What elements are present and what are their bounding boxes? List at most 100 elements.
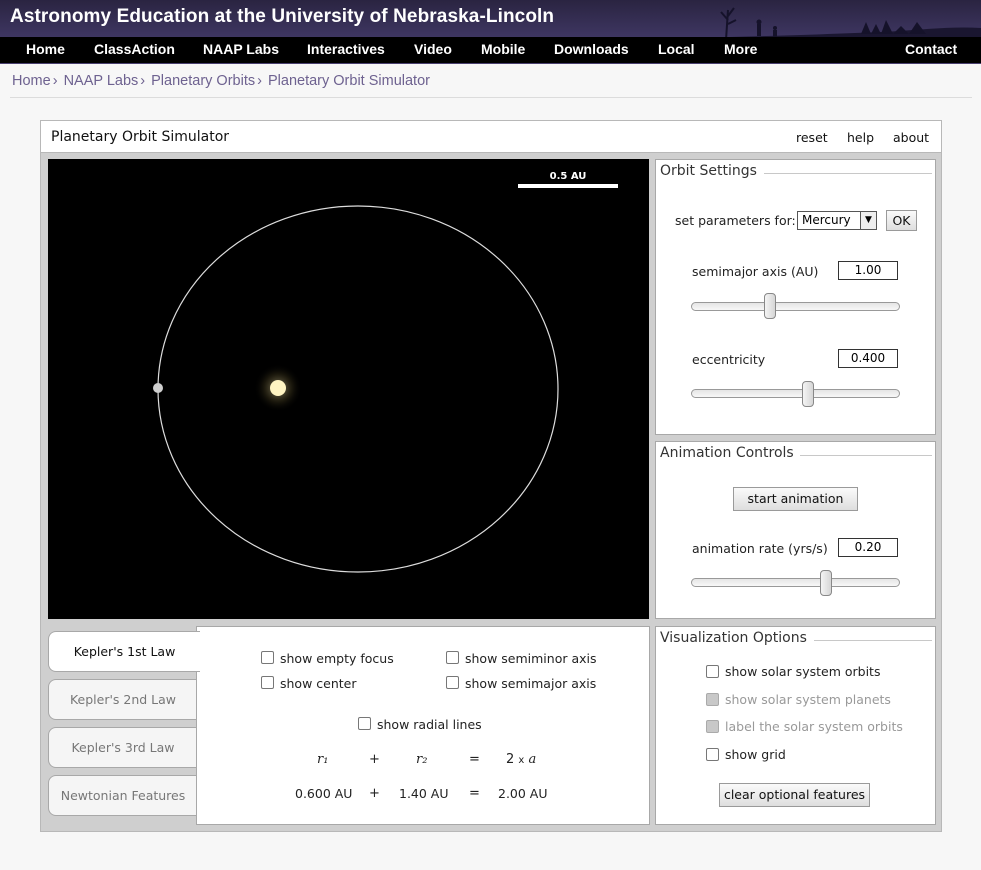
show-solar-system-orbits-checkbox[interactable] — [706, 665, 719, 678]
scale-bar — [518, 184, 618, 188]
animation-rate-input[interactable]: 0.20 — [838, 538, 898, 557]
panel-rule — [800, 455, 932, 456]
ok-button[interactable]: OK — [886, 210, 917, 231]
nav-home[interactable]: Home — [26, 41, 65, 57]
site-header: Astronomy Education at the University of… — [0, 0, 981, 64]
breadcrumb-separator: › — [52, 73, 58, 89]
orbit-settings-legend: Orbit Settings — [660, 163, 757, 179]
nav-more[interactable]: More — [724, 41, 757, 57]
equation-times: x — [518, 755, 525, 766]
nav-local[interactable]: Local — [658, 41, 695, 57]
equation-r2: r₂ — [416, 752, 427, 767]
simulator-titlebar: Planetary Orbit Simulator reset help abo… — [41, 121, 941, 153]
tab-keplers-1st-law[interactable]: Kepler's 1st Law — [48, 631, 200, 672]
chevron-down-icon: ▼ — [860, 212, 876, 229]
nav-contact[interactable]: Contact — [905, 41, 957, 57]
eccentricity-slider[interactable] — [691, 389, 900, 398]
semimajor-input[interactable]: 1.00 — [838, 261, 898, 280]
show-center-label: show center — [280, 676, 357, 691]
planet-select-value: Mercury — [802, 213, 851, 227]
tab-keplers-2nd-law[interactable]: Kepler's 2nd Law — [48, 679, 198, 720]
show-empty-focus-label: show empty focus — [280, 651, 394, 666]
label-solar-system-orbits-label: label the solar system orbits — [725, 719, 903, 734]
reset-link[interactable]: reset — [796, 130, 828, 145]
start-animation-button[interactable]: start animation — [733, 487, 858, 511]
divider — [10, 97, 972, 98]
show-grid-checkbox[interactable] — [706, 748, 719, 761]
show-empty-focus-checkbox[interactable] — [261, 651, 274, 664]
nav-interactives[interactable]: Interactives — [307, 41, 385, 57]
simulator-title: Planetary Orbit Simulator — [51, 129, 230, 145]
tab-keplers-3rd-law[interactable]: Kepler's 3rd Law — [48, 727, 198, 768]
equation-equals: = — [469, 752, 480, 767]
breadcrumb-naap-labs[interactable]: NAAP Labs — [64, 73, 139, 89]
panel-rule — [764, 173, 932, 174]
show-radial-lines-label: show radial lines — [377, 717, 482, 732]
r2-value: 1.40 AU — [399, 786, 449, 801]
planet-select[interactable]: Mercury ▼ — [797, 211, 877, 230]
animation-controls-legend: Animation Controls — [660, 445, 794, 461]
visualization-options-panel: Visualization Options show solar system … — [655, 626, 936, 825]
tab-newtonian-features[interactable]: Newtonian Features — [48, 775, 198, 816]
keplers-1st-law-panel: show empty focus show center show semimi… — [196, 626, 650, 825]
panel-rule — [814, 640, 932, 641]
semimajor-slider-thumb[interactable] — [764, 293, 776, 319]
scenery-silhouette-icon — [681, 7, 981, 40]
clear-optional-features-button[interactable]: clear optional features — [719, 783, 870, 807]
equation-r1: r₁ — [317, 752, 328, 767]
scale-label: 0.5 AU — [550, 171, 587, 182]
simulator-frame: Planetary Orbit Simulator reset help abo… — [40, 120, 942, 832]
visualization-options-legend: Visualization Options — [660, 630, 807, 646]
breadcrumb-home[interactable]: Home — [12, 73, 51, 89]
animation-rate-slider-thumb[interactable] — [820, 570, 832, 596]
nav-video[interactable]: Video — [414, 41, 452, 57]
r1-value: 0.600 AU — [295, 786, 353, 801]
show-semiminor-axis-checkbox[interactable] — [446, 651, 459, 664]
show-center-checkbox[interactable] — [261, 676, 274, 689]
show-semiminor-axis-label: show semiminor axis — [465, 651, 597, 666]
about-link[interactable]: about — [893, 130, 929, 145]
equation-r2-symbol: r₂ — [416, 752, 428, 767]
nav-classaction[interactable]: ClassAction — [94, 41, 175, 57]
show-solar-system-planets-checkbox — [706, 693, 719, 706]
show-solar-system-planets-label: show solar system planets — [725, 692, 891, 707]
sun-icon — [270, 380, 286, 396]
orbit-settings-panel: Orbit Settings set parameters for: Mercu… — [655, 159, 936, 435]
nav-mobile[interactable]: Mobile — [481, 41, 525, 57]
breadcrumb: Home › NAAP Labs › Planetary Orbits › Plane… — [12, 73, 430, 89]
help-link[interactable]: help — [847, 130, 874, 145]
animation-controls-panel: Animation Controls start animation anima… — [655, 441, 936, 619]
planet-marker[interactable] — [153, 383, 163, 393]
equation-r1-symbol: r₁ — [317, 752, 329, 767]
show-solar-system-orbits-label: show solar system orbits — [725, 664, 881, 679]
show-grid-label: show grid — [725, 747, 786, 762]
breadcrumb-planetary-orbits[interactable]: Planetary Orbits — [151, 73, 255, 89]
values-plus: + — [369, 786, 380, 801]
orbit-view: 0.5 AU — [153, 171, 618, 573]
nav-downloads[interactable]: Downloads — [554, 41, 629, 57]
breadcrumb-current: Planetary Orbit Simulator — [267, 73, 430, 89]
equation-a-symbol: a — [528, 752, 537, 767]
nav-naap-labs[interactable]: NAAP Labs — [203, 41, 279, 57]
sum-value: 2.00 AU — [498, 786, 548, 801]
animation-rate-slider[interactable] — [691, 578, 900, 587]
main-nav: Home ClassAction NAAP Labs Interactives … — [0, 37, 981, 63]
eccentricity-slider-thumb[interactable] — [802, 381, 814, 407]
breadcrumb-separator: › — [257, 73, 262, 89]
set-parameters-label: set parameters for: — [675, 213, 796, 228]
eccentricity-input[interactable]: 0.400 — [838, 349, 898, 368]
show-semimajor-axis-checkbox[interactable] — [446, 676, 459, 689]
show-radial-lines-checkbox[interactable] — [358, 717, 371, 730]
equation-2xa: 2 x a — [506, 752, 536, 767]
eccentricity-label: eccentricity — [692, 352, 766, 367]
orbit-canvas[interactable]: 0.5 AU — [48, 159, 649, 619]
semimajor-slider[interactable] — [691, 302, 900, 311]
orbit-ellipse — [157, 205, 559, 573]
site-title[interactable]: Astronomy Education at the University of… — [10, 6, 554, 28]
breadcrumb-separator: › — [140, 73, 146, 89]
values-equals: = — [469, 786, 480, 801]
show-semimajor-axis-label: show semimajor axis — [465, 676, 597, 691]
equation-two: 2 — [506, 752, 515, 767]
semimajor-label: semimajor axis (AU) — [692, 264, 819, 279]
label-solar-system-orbits-checkbox — [706, 720, 719, 733]
